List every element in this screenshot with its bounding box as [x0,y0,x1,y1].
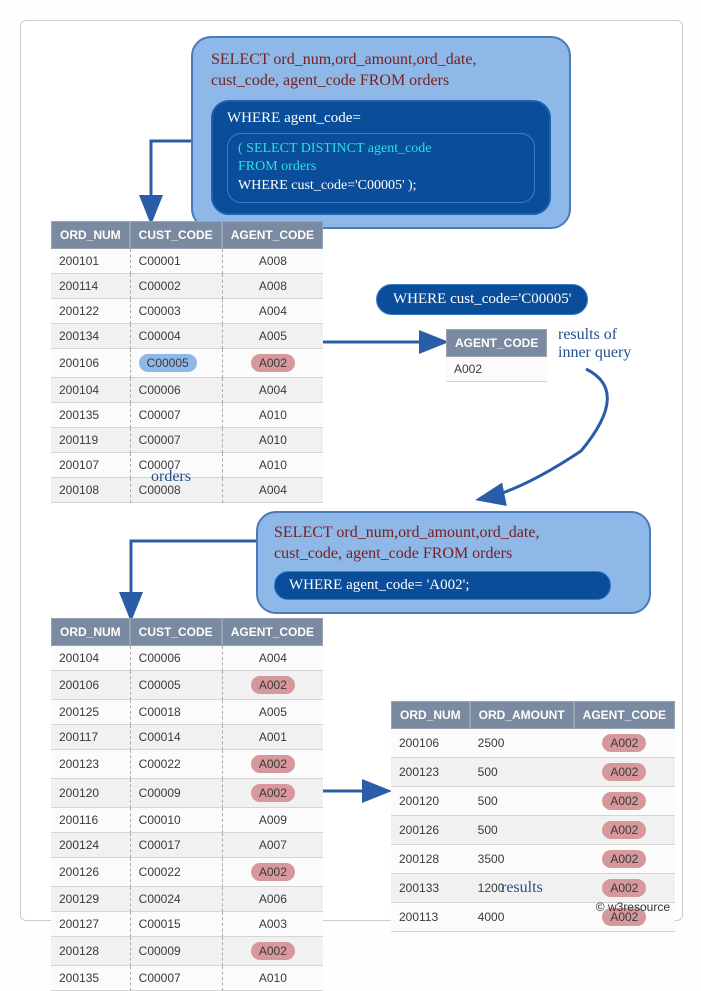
main-where-box: WHERE agent_code= ( SELECT DISTINCT agen… [211,100,551,216]
table-row: 200106C00005A002 [51,671,323,700]
table-row: 2001283500A002 [391,845,675,874]
col-ord-amount: ORD_AMOUNT [470,701,574,729]
table-header-row: ORD_NUM CUST_CODE AGENT_CODE [51,221,323,249]
table-row: 200124C00017A007 [51,833,323,858]
table-row: 200127C00015A003 [51,912,323,937]
main-query-box: SELECT ord_num,ord_amount,ord_date, cust… [191,36,571,229]
table-row: 200134C00004A005 [51,324,323,349]
table-row: 2001062500A002 [391,729,675,758]
table-row: 200104C00006A004 [51,378,323,403]
main-select: SELECT ord_num,ord_amount,ord_date, cust… [211,50,551,92]
col-agent-code: AGENT_CODE [574,701,675,729]
table-row: 200129C00024A006 [51,887,323,912]
orders-label: orders [151,468,191,486]
inner-query-result-table: AGENT_CODE A002 [446,329,547,382]
col-agent-code: AGENT_CODE [222,618,323,646]
second-select: SELECT ord_num,ord_amount,ord_date, cust… [274,523,633,565]
agent-header: AGENT_CODE [446,329,547,357]
table-row: 200101C00001A008 [51,249,323,274]
col-ord-num: ORD_NUM [51,221,130,249]
table-row: 200104C00006A004 [51,646,323,671]
table-row: 200126C00022A002 [51,858,323,887]
table-row: 200119C00007A010 [51,428,323,453]
table-row: 200120C00009A002 [51,779,323,808]
table-row: 200122C00003A004 [51,299,323,324]
results-table: ORD_NUM ORD_AMOUNT AGENT_CODE 2001062500… [391,701,675,932]
table-row: 200116C00010A009 [51,808,323,833]
orders-table-filtered: ORD_NUM CUST_CODE AGENT_CODE 200104C0000… [51,618,323,991]
table-row: A002 [446,357,547,382]
table-row: 200120500A002 [391,787,675,816]
subquery-line2: FROM orders [238,159,316,174]
inner-query-label: results of inner query [558,326,631,362]
subquery-box: ( SELECT DISTINCT agent_code FROM orders… [227,133,535,204]
subquery-line1: ( SELECT DISTINCT agent_code [238,141,432,156]
col-ord-num: ORD_NUM [391,701,470,729]
table-row: 200135C00007A010 [51,966,323,991]
table-row: 200126500A002 [391,816,675,845]
table-row: 200106C00005A002 [51,349,323,378]
col-agent-code: AGENT_CODE [222,221,323,249]
table-row: 200114C00002A008 [51,274,323,299]
second-query-box: SELECT ord_num,ord_amount,ord_date, cust… [256,511,651,614]
table-row: 200123500A002 [391,758,675,787]
where-cust-pill: WHERE cust_code='C00005' [376,284,588,315]
results-label: results [501,879,543,897]
table-row: 200123C00022A002 [51,750,323,779]
second-where: WHERE agent_code= 'A002'; [274,571,611,600]
col-ord-num: ORD_NUM [51,618,130,646]
table-row: 200135C00007A010 [51,403,323,428]
table-header-row: ORD_NUM ORD_AMOUNT AGENT_CODE [391,701,675,729]
col-cust-code: CUST_CODE [130,221,222,249]
subquery-line3: WHERE cust_code='C00005' ); [238,177,524,196]
table-row: 200125C00018A005 [51,700,323,725]
diagram-container: SELECT ord_num,ord_amount,ord_date, cust… [20,20,683,921]
table-header-row: ORD_NUM CUST_CODE AGENT_CODE [51,618,323,646]
where-agent-code: WHERE agent_code= [227,110,535,127]
table-row: 200117C00014A001 [51,725,323,750]
col-cust-code: CUST_CODE [130,618,222,646]
footer-credit: © w3resource [596,900,670,914]
table-row: 200128C00009A002 [51,937,323,966]
orders-table: ORD_NUM CUST_CODE AGENT_CODE 200101C0000… [51,221,323,503]
